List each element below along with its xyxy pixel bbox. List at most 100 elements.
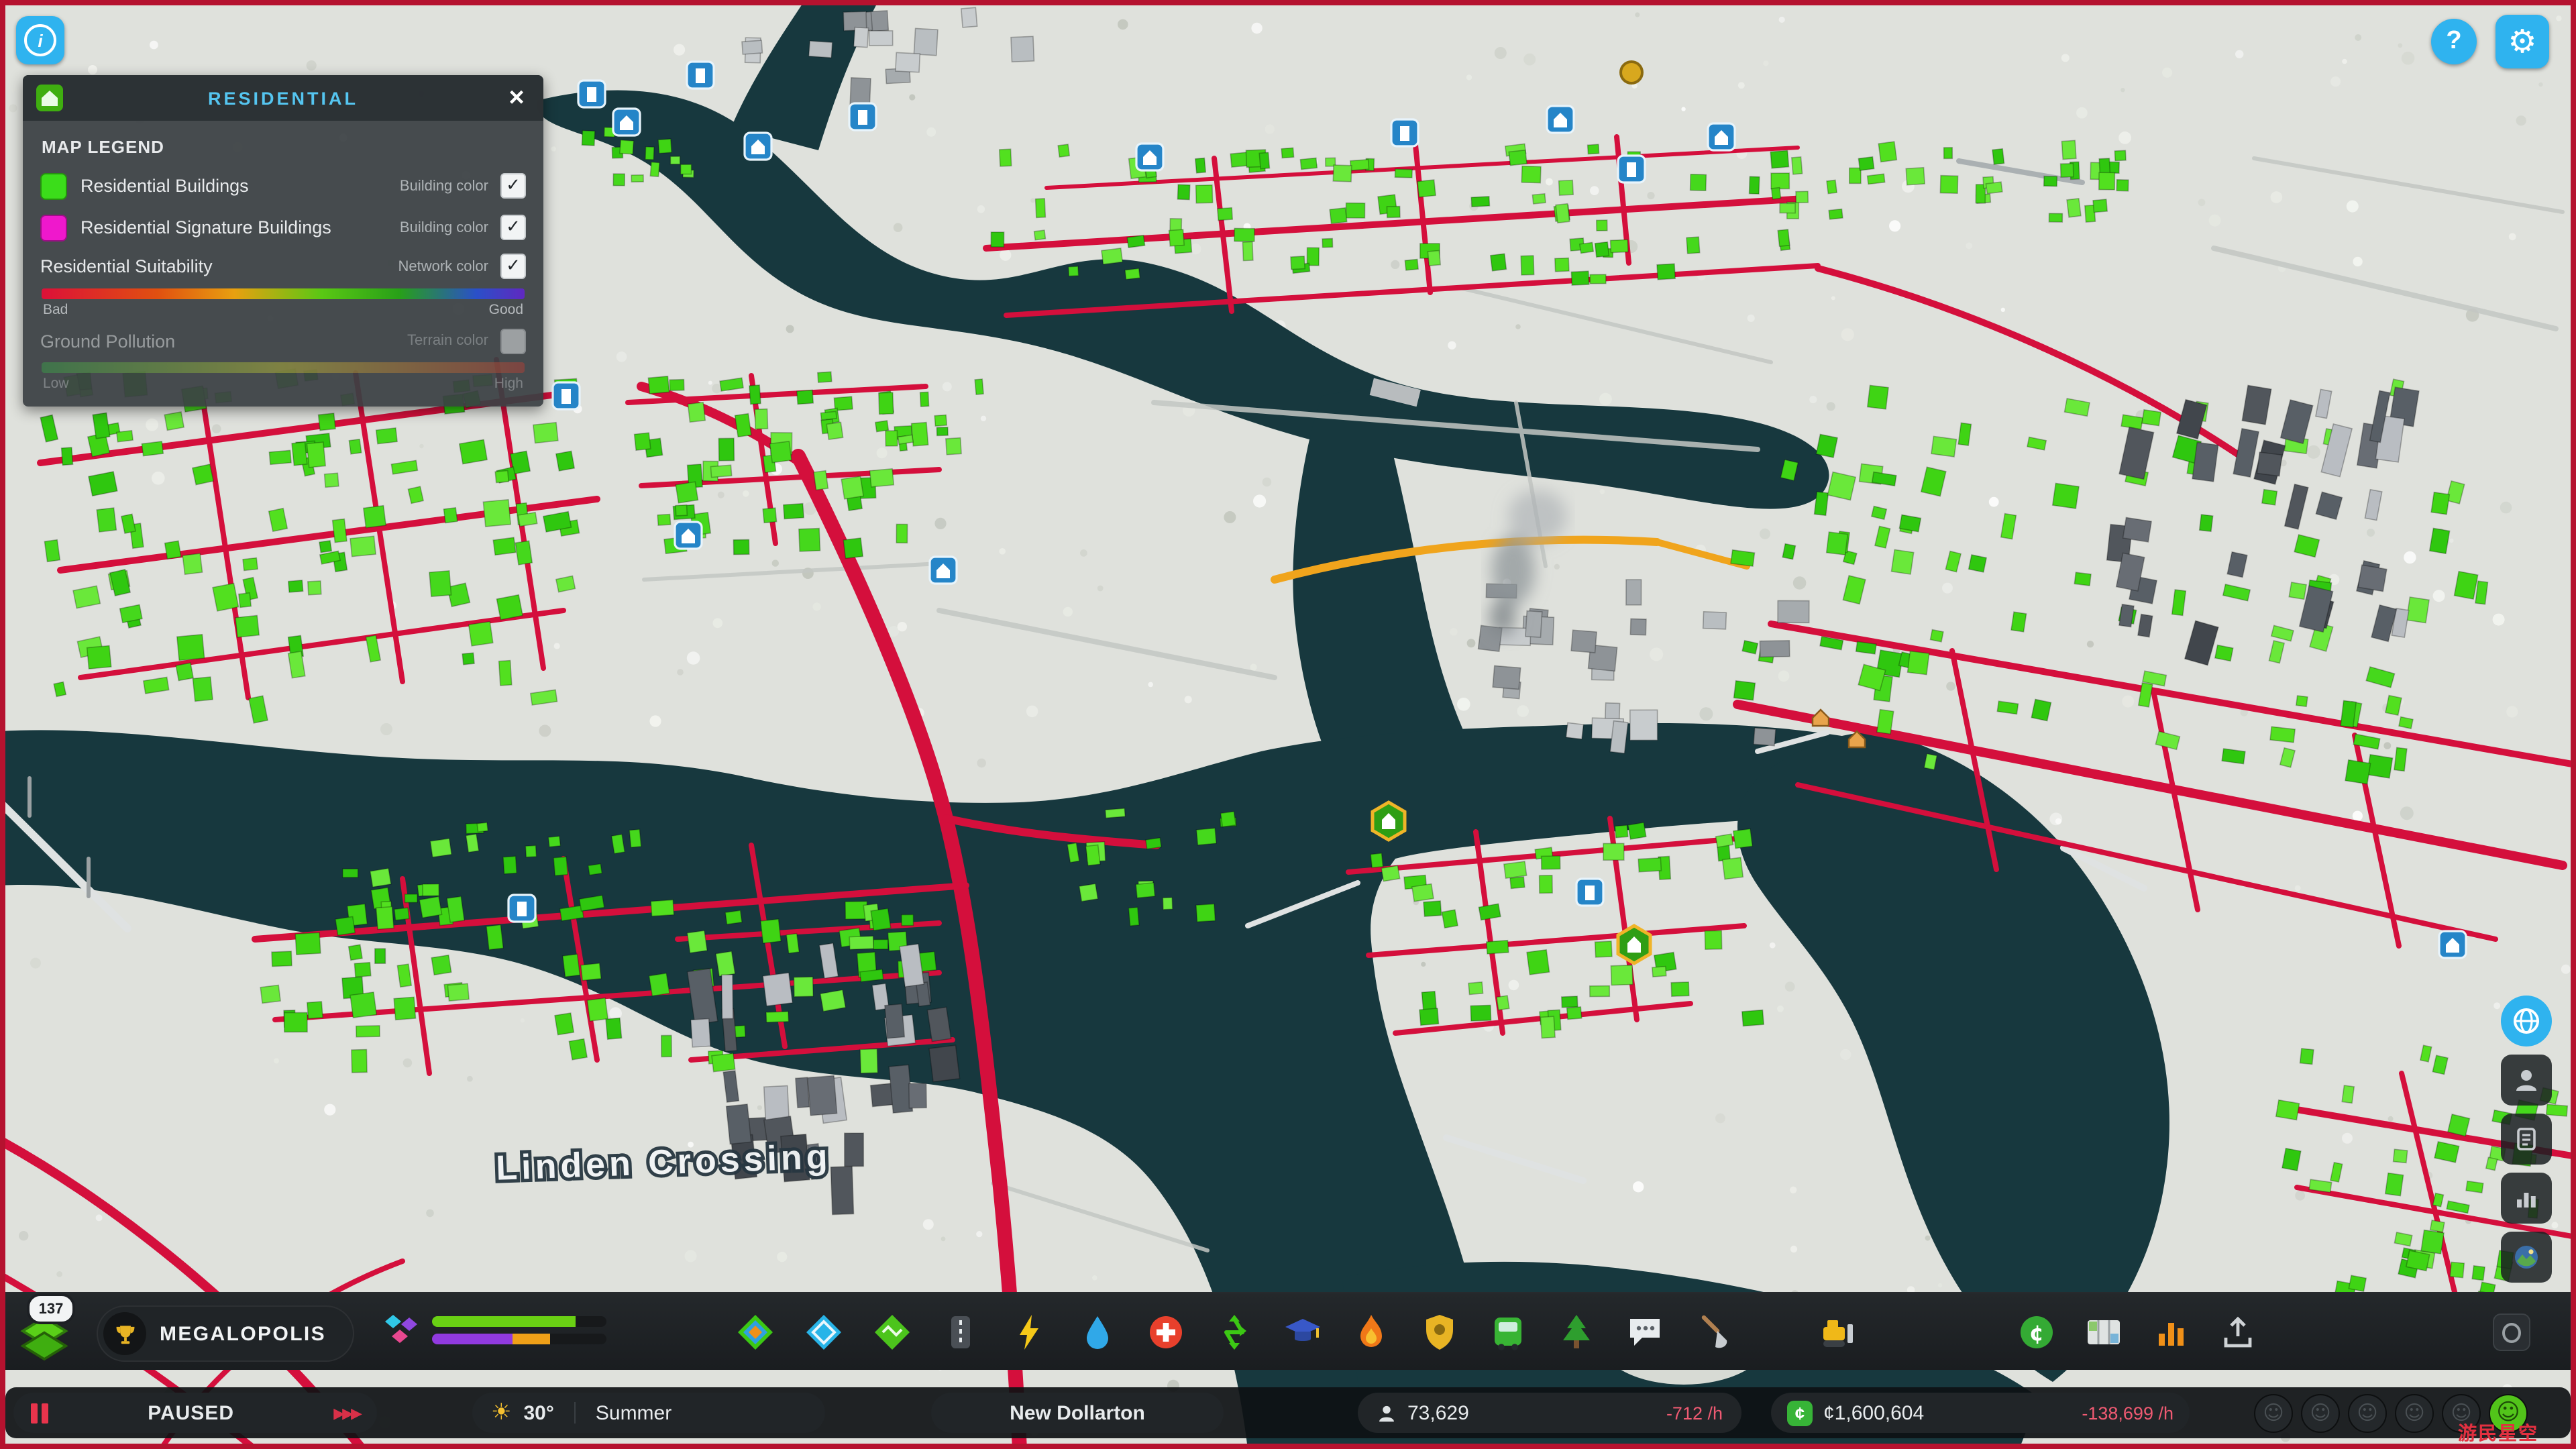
map-marker-service[interactable] bbox=[928, 555, 958, 585]
map-marker-levelup[interactable] bbox=[1616, 924, 1652, 965]
transportation-button[interactable] bbox=[1484, 1301, 1532, 1362]
road-icon bbox=[951, 1316, 970, 1348]
pollution-gradient bbox=[42, 362, 525, 373]
pollution-scale: Low High bbox=[43, 376, 523, 392]
education-button[interactable] bbox=[1279, 1301, 1327, 1362]
residential-buildings-checkbox[interactable]: ✓ bbox=[500, 173, 526, 199]
photo-mode-button[interactable] bbox=[2501, 1232, 2552, 1283]
panel-title: RESIDENTIAL bbox=[207, 88, 358, 108]
speed-up-button[interactable]: ▶▶▶ bbox=[333, 1404, 362, 1421]
map-marker-service[interactable] bbox=[612, 107, 641, 137]
suitability-checkbox[interactable]: ✓ bbox=[500, 254, 526, 279]
map-marker-service[interactable] bbox=[848, 102, 877, 131]
help-button[interactable]: ? bbox=[2431, 19, 2477, 64]
map-marker-service[interactable] bbox=[1546, 105, 1575, 134]
map-marker-service[interactable] bbox=[674, 521, 703, 550]
citizens-panel-button[interactable] bbox=[2501, 1055, 2552, 1106]
flame-icon bbox=[1360, 1314, 1382, 1346]
secondary-tools: ¢ bbox=[2012, 1293, 2262, 1370]
milestone-pill[interactable]: MEGALOPOLIS bbox=[97, 1305, 355, 1362]
tool-menu bbox=[731, 1293, 1737, 1370]
map-tiles-button[interactable] bbox=[2080, 1301, 2128, 1362]
upload-icon bbox=[2224, 1316, 2252, 1347]
info-button[interactable]: i bbox=[16, 16, 64, 64]
xp-progress-widget[interactable] bbox=[381, 1309, 606, 1350]
trophy-circle bbox=[103, 1312, 146, 1355]
population-widget[interactable]: 73,629 -712 /h bbox=[1358, 1393, 1741, 1433]
row-label: Residential Buildings bbox=[80, 176, 249, 196]
scale-min-label: Low bbox=[43, 376, 69, 392]
pause-button[interactable] bbox=[31, 1403, 48, 1423]
money-icon: ¢ bbox=[1787, 1400, 1813, 1426]
zones-button[interactable] bbox=[731, 1301, 780, 1362]
map-marker-service[interactable] bbox=[2438, 930, 2467, 959]
map-marker-service[interactable] bbox=[686, 60, 715, 90]
roads-button[interactable] bbox=[936, 1301, 985, 1362]
map-marker-service[interactable] bbox=[1135, 142, 1165, 172]
bulldozer-button[interactable] bbox=[1814, 1301, 1862, 1362]
settings-button[interactable]: ⚙ bbox=[2496, 15, 2549, 68]
gems-icon bbox=[385, 1315, 417, 1343]
svg-text:¢: ¢ bbox=[2029, 1320, 2044, 1345]
milestone-bar bbox=[432, 1333, 606, 1344]
panel-header: RESIDENTIAL × bbox=[23, 75, 543, 121]
indicator-2[interactable]: ☺ bbox=[2301, 1393, 2340, 1432]
city-name-widget[interactable]: New Dollarton bbox=[931, 1393, 1224, 1433]
game-viewport: Linden Crossing i ? ⚙ RESIDENTIAL × MAP … bbox=[0, 0, 2576, 1449]
economy-button[interactable]: ¢ bbox=[2012, 1301, 2061, 1362]
garbage-button[interactable] bbox=[1210, 1301, 1258, 1362]
main-toolbar: 137 MEGALOPOLIS ¢ bbox=[0, 1292, 2576, 1370]
signature-buildings-checkbox[interactable]: ✓ bbox=[500, 215, 526, 240]
map-marker-service[interactable] bbox=[1617, 154, 1646, 184]
population-icon bbox=[1379, 1405, 1394, 1421]
journal-panel-button[interactable] bbox=[2501, 1114, 2552, 1165]
side-panel-stack bbox=[2501, 996, 2552, 1283]
map-marker-service[interactable] bbox=[577, 79, 606, 109]
map-marker-service[interactable] bbox=[1575, 877, 1605, 907]
indicator-4[interactable]: ☺ bbox=[2395, 1393, 2434, 1432]
journal-icon bbox=[2517, 1128, 2536, 1150]
signature-buildings-button[interactable] bbox=[800, 1301, 848, 1362]
statistics-panel-button[interactable] bbox=[2501, 1173, 2552, 1224]
areas-button[interactable] bbox=[868, 1301, 916, 1362]
recycle-icon bbox=[1224, 1314, 1246, 1349]
scale-min-label: Bad bbox=[43, 302, 68, 318]
help-icon: ? bbox=[2446, 27, 2462, 55]
zones-icon bbox=[738, 1314, 773, 1349]
share-button[interactable] bbox=[2214, 1301, 2262, 1362]
electricity-button[interactable] bbox=[1005, 1301, 1053, 1362]
shovel-icon bbox=[1701, 1314, 1727, 1348]
population-count: 73,629 bbox=[1407, 1401, 1469, 1424]
map-marker-levelup[interactable] bbox=[1371, 800, 1407, 842]
close-button[interactable]: × bbox=[498, 79, 535, 117]
city-name-label: New Dollarton bbox=[1010, 1401, 1145, 1424]
statistics-button[interactable] bbox=[2147, 1301, 2195, 1362]
map-marker-service[interactable] bbox=[1390, 118, 1419, 148]
landscaping-button[interactable] bbox=[1689, 1301, 1737, 1362]
watermark: 游民星空 bbox=[2458, 1422, 2538, 1444]
infoview-panel: RESIDENTIAL × MAP LEGEND Residential Bui… bbox=[23, 75, 543, 407]
fire-rescue-button[interactable] bbox=[1347, 1301, 1395, 1362]
healthcare-button[interactable] bbox=[1142, 1301, 1190, 1362]
lightning-icon bbox=[1020, 1314, 1038, 1349]
treasury-widget[interactable]: ¢ ¢1,600,604 -138,699 /h bbox=[1771, 1393, 2190, 1433]
map-marker-gold[interactable] bbox=[1619, 60, 1644, 85]
communications-button[interactable] bbox=[1621, 1301, 1669, 1362]
map-globe-button[interactable] bbox=[2501, 996, 2552, 1046]
bus-icon bbox=[1495, 1317, 1521, 1350]
weather-widget[interactable]: ☀ 30° Summer bbox=[472, 1393, 825, 1433]
water-sewage-button[interactable] bbox=[1073, 1301, 1122, 1362]
map-marker-service[interactable] bbox=[551, 381, 581, 411]
map-marker-service[interactable] bbox=[743, 131, 773, 161]
police-button[interactable] bbox=[1415, 1301, 1464, 1362]
indicator-3[interactable]: ☺ bbox=[2348, 1393, 2387, 1432]
indicator-1[interactable]: ☺ bbox=[2254, 1393, 2293, 1432]
map-marker-service[interactable] bbox=[507, 894, 537, 923]
map-marker-service[interactable] bbox=[1707, 122, 1736, 152]
check-icon: ✓ bbox=[506, 256, 521, 276]
parks-button[interactable] bbox=[1552, 1301, 1601, 1362]
hide-ui-button[interactable] bbox=[2493, 1313, 2530, 1351]
sun-icon: ☀ bbox=[491, 1399, 512, 1426]
ground-pollution-checkbox[interactable]: ✓ bbox=[500, 328, 526, 354]
progression-widget[interactable]: 137 bbox=[11, 1293, 80, 1366]
